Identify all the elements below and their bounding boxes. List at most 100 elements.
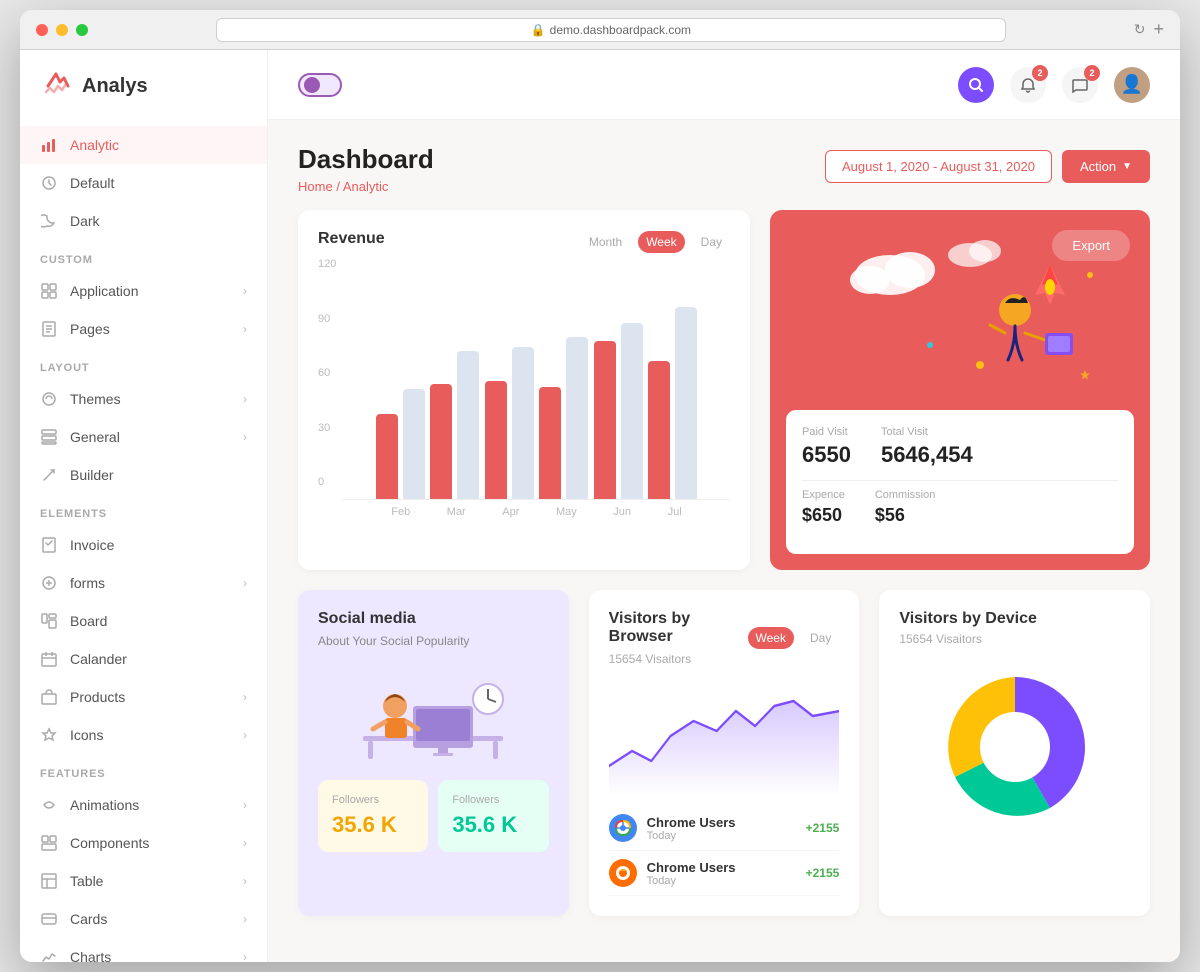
- promo-card: Export: [770, 210, 1150, 570]
- sidebar-label-board: Board: [70, 613, 247, 629]
- bar-apr-pink: [485, 381, 507, 499]
- browser-item-chrome: Chrome Users Today +2155: [609, 806, 840, 851]
- forms-icon: [40, 574, 58, 592]
- sidebar-item-default[interactable]: Default: [20, 164, 267, 202]
- filter-month[interactable]: Month: [581, 231, 630, 253]
- sidebar-item-invoice[interactable]: Invoice: [20, 526, 267, 564]
- animations-icon: [40, 796, 58, 814]
- firefox-name: Chrome Users: [647, 860, 736, 875]
- sidebar-item-forms[interactable]: forms ›: [20, 564, 267, 602]
- logo-icon: [40, 70, 72, 102]
- sidebar-label-products: Products: [70, 689, 231, 705]
- page-title-block: Dashboard Home / Analytic: [298, 144, 434, 194]
- revenue-card-header: Revenue Month Week Day: [318, 230, 730, 254]
- url-bar[interactable]: 🔒 demo.dashboardpack.com: [216, 18, 1006, 42]
- builder-icon: [40, 466, 58, 484]
- notification-badge: 2: [1032, 65, 1048, 81]
- new-tab-icon[interactable]: +: [1153, 19, 1164, 40]
- minimize-btn[interactable]: [56, 24, 68, 36]
- followers-value-2: 35.6 K: [452, 812, 534, 838]
- sidebar-item-animations[interactable]: Animations ›: [20, 786, 267, 824]
- stats-row-2: Expence $650 Commission $56: [802, 489, 1118, 526]
- arrow-icon-cards: ›: [243, 912, 247, 926]
- bar-feb-gray: [403, 389, 425, 499]
- sidebar-item-application[interactable]: Application ›: [20, 272, 267, 310]
- chrome-info: Chrome Users Today: [647, 815, 736, 842]
- arrow-icon-themes: ›: [243, 392, 247, 406]
- sidebar-label-table: Table: [70, 873, 231, 889]
- sidebar-item-general[interactable]: General ›: [20, 418, 267, 456]
- sidebar-item-cards[interactable]: Cards ›: [20, 900, 267, 938]
- board-icon: [40, 612, 58, 630]
- sidebar-item-calander[interactable]: Calander: [20, 640, 267, 678]
- browser-filter-week[interactable]: Week: [748, 627, 794, 649]
- filter-week[interactable]: Week: [638, 231, 684, 253]
- bar-mar-gray: [457, 351, 479, 499]
- line-chart-svg: [609, 676, 840, 796]
- bar-may-gray: [566, 337, 588, 499]
- y-30: 30: [318, 422, 336, 434]
- action-button[interactable]: Action ▼: [1062, 150, 1150, 183]
- general-icon: [40, 428, 58, 446]
- message-button[interactable]: 2: [1062, 67, 1098, 103]
- sidebar-label-cards: Cards: [70, 911, 231, 927]
- search-button[interactable]: [958, 67, 994, 103]
- sidebar-item-builder[interactable]: Builder: [20, 456, 267, 494]
- chart-bars: [343, 280, 730, 500]
- browser-list: Chrome Users Today +2155 Chrome Users: [609, 806, 840, 896]
- arrow-icon-table: ›: [243, 874, 247, 888]
- sidebar-item-table[interactable]: Table ›: [20, 862, 267, 900]
- total-visit-value: 5646,454: [881, 442, 973, 468]
- page-title: Dashboard: [298, 144, 434, 175]
- stat-paid-visit: Paid Visit 6550: [802, 426, 851, 468]
- chrome-icon: [609, 814, 637, 842]
- sidebar-item-dark[interactable]: Dark: [20, 202, 267, 240]
- paid-visit-value: 6550: [802, 442, 851, 468]
- social-card: Social media About Your Social Popularit…: [298, 590, 569, 916]
- sidebar-label-default: Default: [70, 175, 247, 191]
- breadcrumb: Home / Analytic: [298, 179, 434, 194]
- commission-value: $56: [875, 505, 936, 526]
- close-btn[interactable]: [36, 24, 48, 36]
- breadcrumb-current: Analytic: [343, 179, 389, 194]
- sidebar-label-general: General: [70, 429, 231, 445]
- sidebar-item-icons[interactable]: Icons ›: [20, 716, 267, 754]
- firefox-visitors: +2155: [806, 866, 840, 880]
- sidebar-item-components[interactable]: Components ›: [20, 824, 267, 862]
- breadcrumb-home: Home: [298, 179, 333, 194]
- total-visit-label: Total Visit: [881, 426, 973, 438]
- bar-jul-pink: [648, 361, 670, 499]
- sidebar-item-themes[interactable]: Themes ›: [20, 380, 267, 418]
- user-avatar[interactable]: 👤: [1114, 67, 1150, 103]
- donut-chart: [899, 662, 1130, 832]
- date-range-button[interactable]: August 1, 2020 - August 31, 2020: [825, 150, 1052, 183]
- sidebar-item-analytic[interactable]: Analytic: [20, 126, 267, 164]
- icons-icon: [40, 726, 58, 744]
- notification-button[interactable]: 2: [1010, 67, 1046, 103]
- browser-time-filters: Week Day: [748, 627, 840, 649]
- export-button[interactable]: Export: [1052, 230, 1130, 261]
- browser-filter-day[interactable]: Day: [802, 627, 839, 649]
- sidebar-item-pages[interactable]: Pages ›: [20, 310, 267, 348]
- sidebar-item-products[interactable]: Products ›: [20, 678, 267, 716]
- social-illustration: [318, 664, 549, 764]
- sidebar-item-charts[interactable]: Charts ›: [20, 938, 267, 962]
- bar-apr-gray: [512, 347, 534, 499]
- lock-icon: 🔒: [531, 23, 546, 37]
- label-jun: Jun: [613, 506, 631, 518]
- filter-day[interactable]: Day: [693, 231, 730, 253]
- bottom-row: Social media About Your Social Popularit…: [268, 590, 1180, 936]
- social-subtitle: About Your Social Popularity: [318, 634, 549, 648]
- arrow-icon-general: ›: [243, 430, 247, 444]
- table-icon: [40, 872, 58, 890]
- sidebar: Analys Analytic Default Dark: [20, 50, 268, 962]
- maximize-btn[interactable]: [76, 24, 88, 36]
- refresh-icon[interactable]: ↻: [1134, 21, 1146, 38]
- revenue-card: Revenue Month Week Day 120 90 60 30: [298, 210, 750, 570]
- message-badge: 2: [1084, 65, 1100, 81]
- cards-icon: [40, 910, 58, 928]
- sidebar-item-board[interactable]: Board: [20, 602, 267, 640]
- label-feb: Feb: [391, 506, 410, 518]
- toggle-switch[interactable]: [298, 73, 342, 97]
- main-content: 2 2 👤 Dashboard Home / Analytic: [268, 50, 1180, 962]
